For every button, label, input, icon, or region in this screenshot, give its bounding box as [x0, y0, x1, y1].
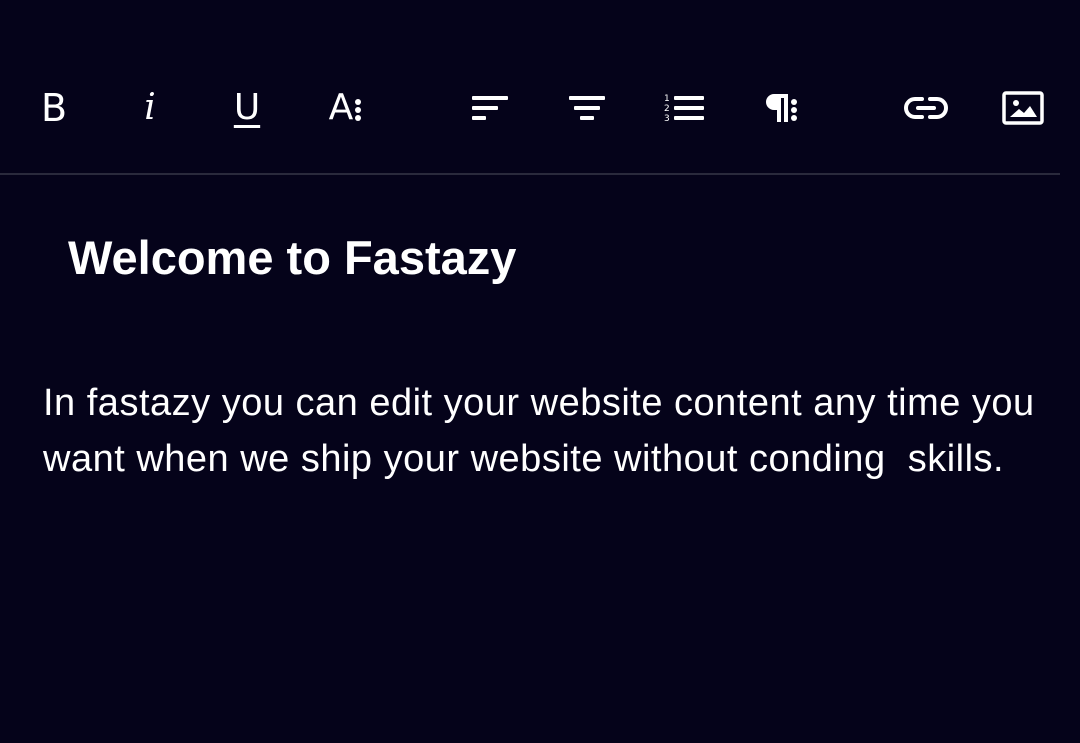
font-size-letter: A	[328, 87, 354, 128]
italic-button[interactable]: i	[124, 82, 176, 134]
bold-button[interactable]: B	[28, 82, 80, 134]
ordered-list-icon: 1 2 3	[664, 94, 704, 124]
content-paragraph: In fastazy you can edit your website con…	[43, 382, 1046, 480]
ordered-list-button[interactable]: 1 2 3	[658, 82, 710, 134]
svg-text:3: 3	[664, 114, 670, 124]
paragraph-button[interactable]	[754, 82, 806, 134]
editor-content-area[interactable]: Welcome to Fastazy In fastazy you can ed…	[0, 175, 1080, 743]
font-size-icon: A	[329, 90, 364, 126]
align-center-icon	[569, 96, 605, 120]
svg-text:1: 1	[664, 94, 670, 104]
svg-text:2: 2	[664, 104, 670, 114]
underline-button[interactable]: U	[221, 82, 273, 134]
image-icon	[1002, 91, 1044, 125]
align-center-button[interactable]	[561, 82, 613, 134]
insert-image-button[interactable]	[997, 82, 1049, 134]
paragraph-icon	[766, 94, 797, 122]
content-heading: Welcome to Fastazy	[68, 231, 517, 284]
align-left-button[interactable]	[464, 82, 516, 134]
formatting-toolbar: B i U A 1 2 3	[0, 0, 1060, 175]
link-icon	[904, 97, 948, 119]
bold-icon: B	[40, 86, 68, 130]
insert-link-button[interactable]	[900, 82, 952, 134]
align-left-icon	[472, 96, 508, 120]
font-size-button[interactable]: A	[320, 82, 372, 134]
italic-icon: i	[144, 87, 156, 128]
underline-icon: U	[233, 87, 261, 128]
font-size-dots	[355, 99, 362, 121]
